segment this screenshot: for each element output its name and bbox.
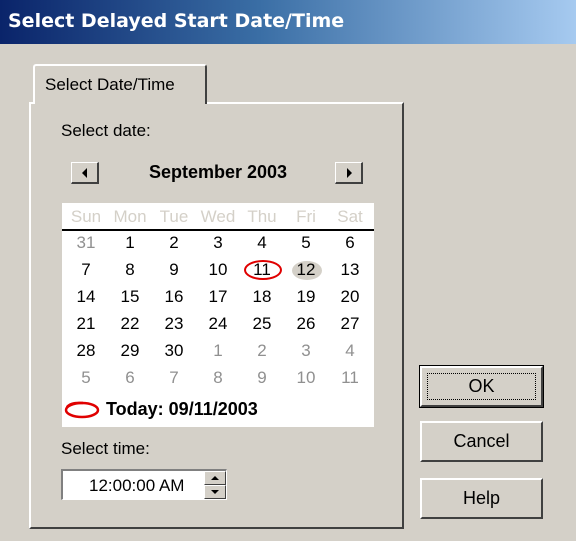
weekday-header: Sun Mon Tue Wed Thu Fri Sat [62,207,374,231]
ok-button-label: OK [468,376,495,396]
weekday-wed: Wed [200,207,236,226]
day-cell[interactable]: 7 [154,368,194,390]
day-cell[interactable]: 13 [330,260,370,282]
weekday-tue: Tue [159,207,189,226]
day-cell[interactable]: 8 [110,260,150,282]
day-cell[interactable]: 22 [110,314,150,336]
day-cell[interactable]: 15 [110,287,150,309]
day-cell[interactable]: 7 [66,260,106,282]
day-cell[interactable]: 1 [110,233,150,255]
day-cell[interactable]: 10 [286,368,326,390]
dialog-client-area: Select Date/Time Select date: September … [0,44,576,541]
weekday-sun: Sun [70,207,102,226]
day-cell[interactable]: 27 [330,314,370,336]
day-cell[interactable]: 20 [330,287,370,309]
weekday-sat: Sat [337,207,363,226]
day-cell[interactable]: 19 [286,287,326,309]
dialog-window: Select Delayed Start Date/Time Select Da… [0,0,576,541]
help-button-label: Help [462,488,501,508]
spin-down-icon [211,490,219,494]
tab-select-date-time[interactable]: Select Date/Time [33,64,207,104]
day-cell[interactable]: 17 [198,287,238,309]
month-year-label[interactable]: September 2003 [62,162,374,183]
day-cell[interactable]: 28 [66,341,106,363]
help-button[interactable]: Help [420,478,543,519]
day-cell[interactable]: 3 [198,233,238,255]
today-link[interactable]: Today: 09/11/2003 [62,397,374,423]
day-cell[interactable]: 25 [242,314,282,336]
select-time-label: Select time: [61,439,150,458]
ok-button[interactable]: OK [419,365,544,408]
day-cell[interactable]: 6 [330,233,370,255]
time-value[interactable]: 12:00:00 AM [89,476,184,496]
day-cell[interactable]: 11 [330,368,370,390]
day-cell[interactable]: 29 [110,341,150,363]
time-picker[interactable]: 12:00:00 AM [61,469,227,500]
weekday-mon: Mon [113,207,147,226]
day-cell[interactable]: 2 [242,341,282,363]
day-cell[interactable]: 31 [66,233,106,255]
window-title: Select Delayed Start Date/Time [8,10,345,32]
day-cell[interactable]: 14 [66,287,106,309]
cancel-button-label: Cancel [453,431,510,451]
day-cell[interactable]: 30 [154,341,194,363]
day-cell[interactable]: 16 [154,287,194,309]
day-cell[interactable]: 2 [154,233,194,255]
day-cell[interactable]: 10 [198,260,238,282]
calendar-header: September 2003 [62,147,374,203]
day-cell[interactable]: 4 [330,341,370,363]
day-cell[interactable]: 18 [242,287,282,309]
day-cell-today[interactable]: 11 [242,260,282,282]
day-cell[interactable]: 4 [242,233,282,255]
day-cell[interactable]: 9 [242,368,282,390]
day-cell[interactable]: 5 [66,368,106,390]
spin-up-icon [211,476,219,480]
title-bar[interactable]: Select Delayed Start Date/Time [0,0,576,44]
month-calendar: September 2003 Sun Mon Tue Wed Thu Fri Sat 31 1… [62,147,374,427]
next-month-button[interactable] [335,162,363,184]
today-label: Today: 09/11/2003 [106,399,258,419]
day-cell[interactable]: 23 [154,314,194,336]
tab-label: Select Date/Time [45,75,175,94]
day-cell[interactable]: 1 [198,341,238,363]
day-cell-selected[interactable]: 12 [286,260,326,282]
day-cell[interactable]: 24 [198,314,238,336]
day-cell[interactable]: 3 [286,341,326,363]
weekday-thu: Thu [247,207,277,226]
time-spinner [204,471,226,499]
spin-up-button[interactable] [204,471,226,485]
day-cell[interactable]: 6 [110,368,150,390]
day-cell[interactable]: 5 [286,233,326,255]
weekday-fri: Fri [296,207,316,226]
arrow-right-icon [347,168,352,178]
day-cell[interactable]: 9 [154,260,194,282]
day-cell[interactable]: 8 [198,368,238,390]
cancel-button[interactable]: Cancel [420,421,543,462]
day-cell[interactable]: 26 [286,314,326,336]
spin-down-button[interactable] [204,485,226,499]
today-circle-icon [64,401,100,419]
day-cell[interactable]: 21 [66,314,106,336]
select-date-label: Select date: [61,121,151,140]
